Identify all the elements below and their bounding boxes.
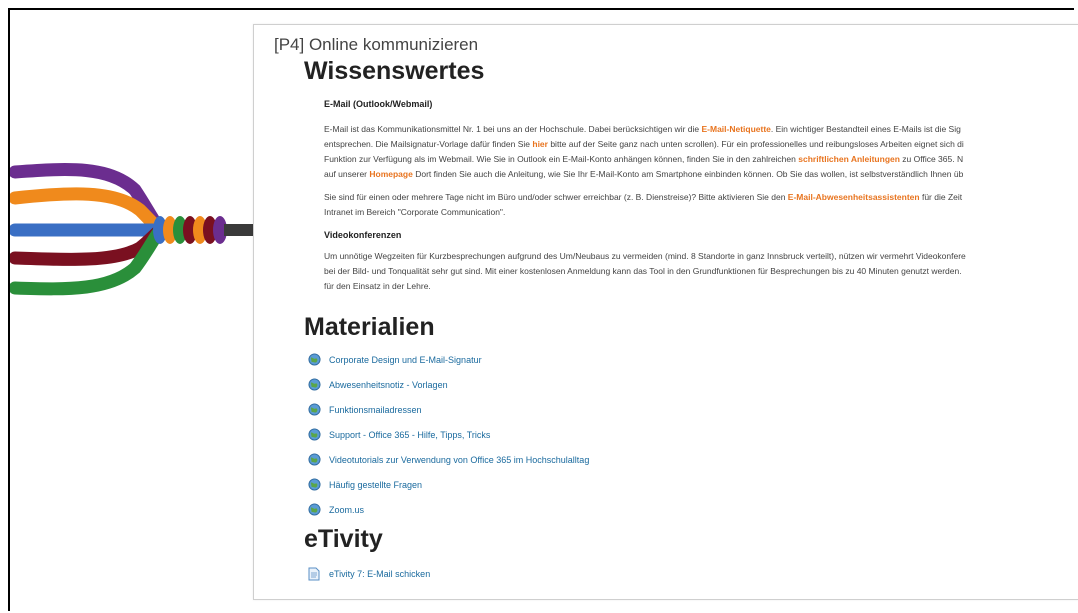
text: bitte auf der Seite ganz nach unten scro…: [547, 139, 964, 149]
email-paragraph-2: Sie sind für einen oder mehrere Tage nic…: [324, 190, 1078, 220]
text: für die Zeit: [919, 192, 963, 202]
text: Dort finden Sie auch die Anleitung, wie …: [412, 169, 964, 179]
text: entsprechen. Die Mailsignatur-Vorlage da…: [324, 139, 533, 149]
course-title: [P4] Online kommunizieren: [274, 35, 479, 54]
text: für den Einsatz in der Lehre.: [324, 281, 431, 291]
list-item[interactable]: Abwesenheitsnotiz - Vorlagen: [308, 372, 589, 397]
homepage-link[interactable]: Homepage: [369, 169, 412, 179]
resource-link[interactable]: Corporate Design und E-Mail-Signatur: [329, 355, 482, 365]
list-item[interactable]: Zoom.us: [308, 497, 589, 522]
text: E-Mail ist das Kommunikationsmittel Nr. …: [324, 124, 702, 134]
video-heading: Videokonferenzen: [324, 230, 402, 240]
resource-link[interactable]: Funktionsmailadressen: [329, 405, 422, 415]
resource-link[interactable]: Support - Office 365 - Hilfe, Tipps, Tri…: [329, 430, 490, 440]
resource-link[interactable]: Häufig gestellte Fragen: [329, 480, 422, 490]
etivity-list: eTivity 7: E-Mail schicken: [308, 561, 430, 586]
text: Sie sind für einen oder mehrere Tage nic…: [324, 192, 788, 202]
text: Intranet im Bereich "Corporate Communica…: [324, 207, 506, 217]
materialien-list: Corporate Design und E-Mail-Signatur Abw…: [308, 347, 589, 522]
resource-link[interactable]: Videotutorials zur Verwendung von Office…: [329, 455, 589, 465]
email-paragraph-1: E-Mail ist das Kommunikationsmittel Nr. …: [324, 122, 1078, 182]
wissenswertes-content: E-Mail (Outlook/Webmail) E-Mail ist das …: [324, 97, 1078, 302]
text: zu Office 365. N: [899, 154, 964, 164]
section-heading-wissenswertes: Wissenswertes: [304, 57, 485, 85]
globe-icon: [308, 403, 321, 416]
text: Funktion zur Verfügung als im Webmail. W…: [324, 154, 799, 164]
globe-icon: [308, 428, 321, 441]
list-item[interactable]: Häufig gestellte Fragen: [308, 472, 589, 497]
resource-link[interactable]: Abwesenheitsnotiz - Vorlagen: [329, 380, 448, 390]
resource-link[interactable]: Zoom.us: [329, 505, 364, 515]
section-heading-etivity: eTivity: [304, 525, 383, 553]
list-item[interactable]: eTivity 7: E-Mail schicken: [308, 561, 430, 586]
globe-icon: [308, 353, 321, 366]
text: auf unserer: [324, 169, 370, 179]
braid: [153, 216, 227, 244]
text: . Ein wichtiger Bestandteil eines E-Mail…: [770, 124, 961, 134]
course-page: [P4] Online kommunizieren Wissenswertes …: [253, 24, 1078, 600]
etivity-link[interactable]: eTivity 7: E-Mail schicken: [329, 569, 430, 579]
section-heading-materialien: Materialien: [304, 313, 435, 341]
hier-link[interactable]: hier: [532, 139, 548, 149]
email-netiquette-link[interactable]: E-Mail-Netiquette: [701, 124, 770, 134]
text: Um unnötige Wegzeiten für Kurzbesprechun…: [324, 251, 966, 261]
email-heading: E-Mail (Outlook/Webmail): [324, 99, 433, 109]
video-paragraph: Um unnötige Wegzeiten für Kurzbesprechun…: [324, 249, 1078, 294]
globe-icon: [308, 478, 321, 491]
page-icon: [308, 567, 320, 580]
list-item[interactable]: Videotutorials zur Verwendung von Office…: [308, 447, 589, 472]
list-item[interactable]: Support - Office 365 - Hilfe, Tipps, Tri…: [308, 422, 589, 447]
text: bei der Bild- und Tonqualität sehr gut s…: [324, 266, 962, 276]
schriftliche-anleitungen-link[interactable]: schriftlichen Anleitungen: [798, 154, 900, 164]
list-item[interactable]: Funktionsmailadressen: [308, 397, 589, 422]
list-item[interactable]: Corporate Design und E-Mail-Signatur: [308, 347, 589, 372]
globe-icon: [308, 453, 321, 466]
abwesenheitsassistent-link[interactable]: E-Mail-Abwesenheitsassistenten: [788, 192, 920, 202]
globe-icon: [308, 378, 321, 391]
globe-icon: [308, 503, 321, 516]
